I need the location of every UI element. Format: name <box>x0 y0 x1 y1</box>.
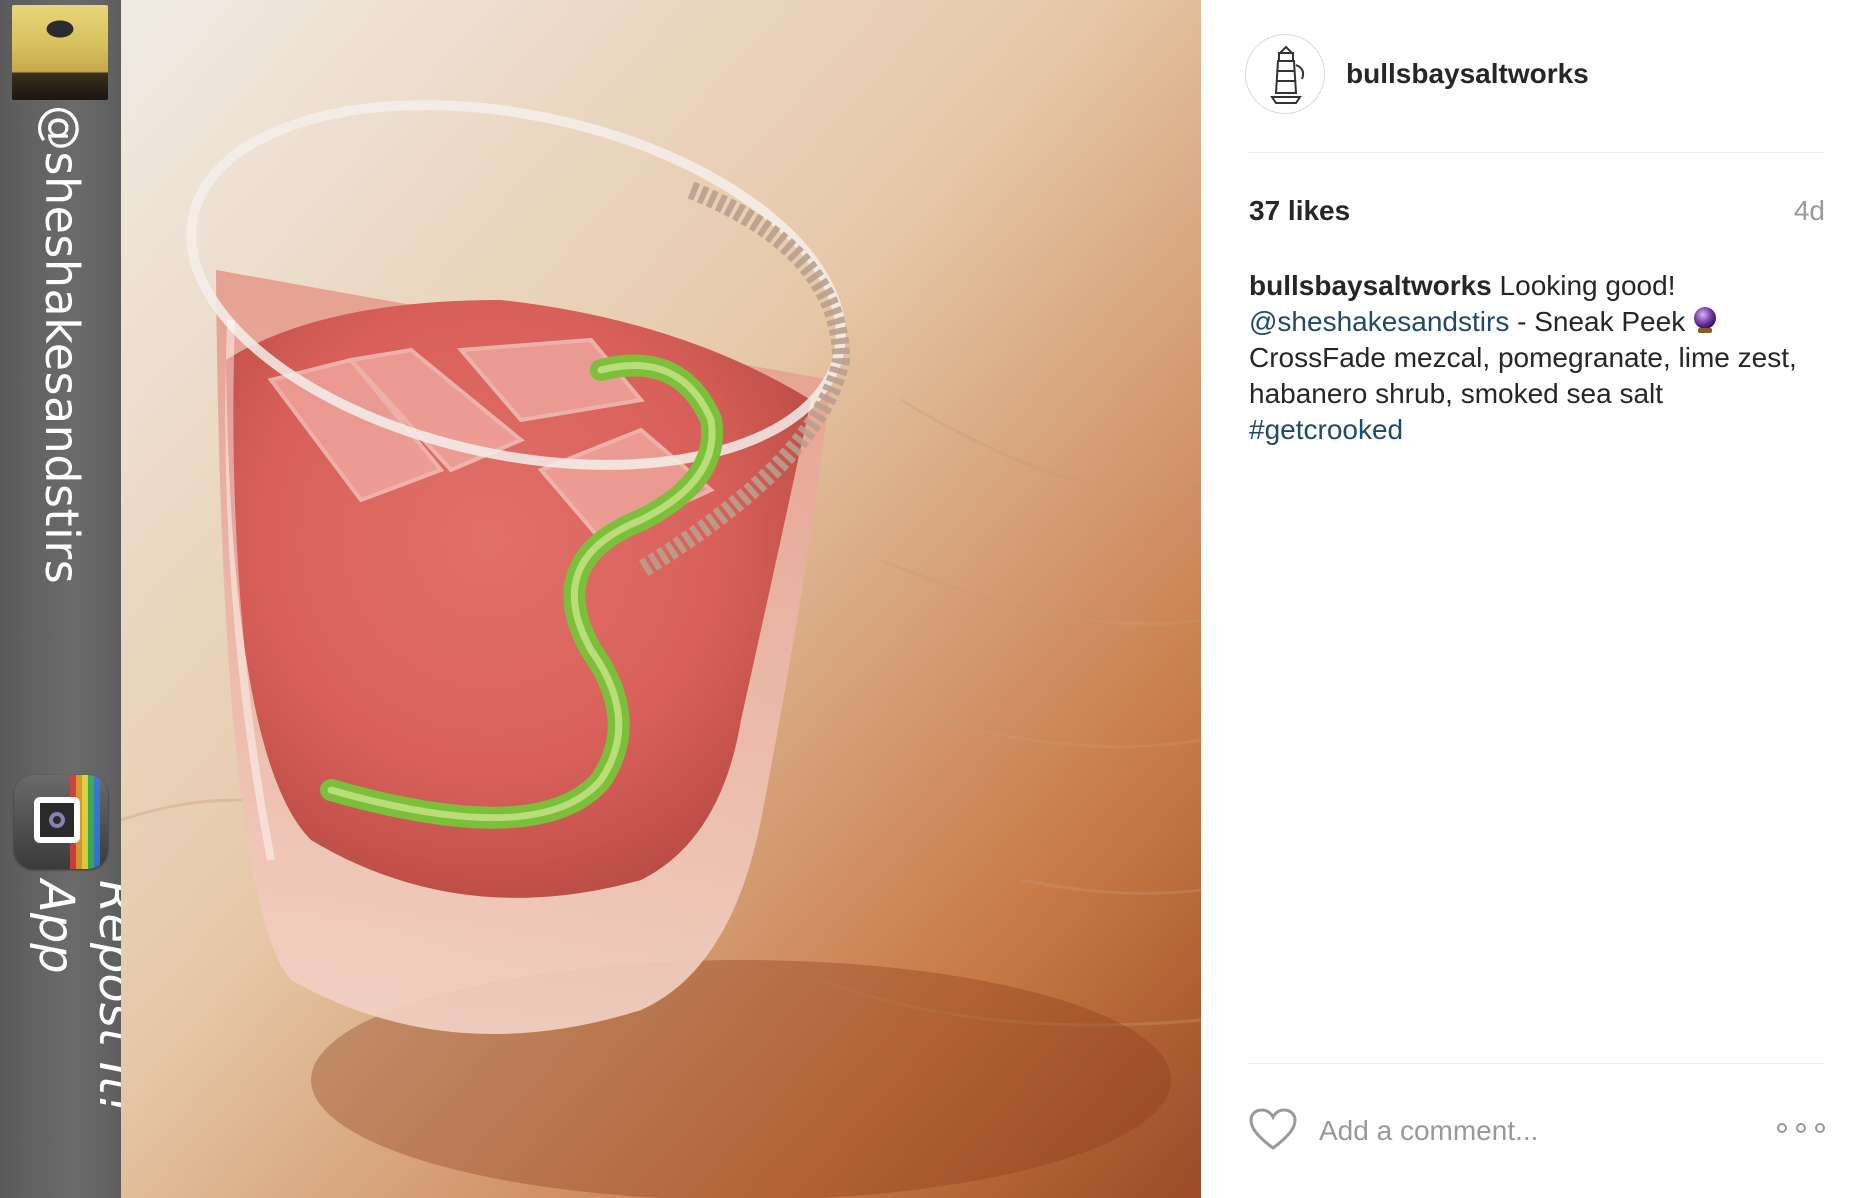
profile-picture[interactable] <box>1245 34 1325 114</box>
divider <box>1249 1063 1825 1064</box>
crystal-ball-icon <box>1691 306 1719 334</box>
add-comment-input[interactable] <box>1319 1110 1749 1152</box>
post-time[interactable]: 4d <box>1794 195 1825 227</box>
post-header: bullsbaysaltworks <box>1245 34 1825 118</box>
repost-user-avatar <box>12 5 108 100</box>
more-dot <box>1796 1123 1806 1133</box>
repost-handle: @sheshakesandstirs <box>35 105 89 585</box>
divider <box>1249 152 1825 153</box>
more-dot <box>1777 1123 1787 1133</box>
repost-app-label: Repost It! App <box>28 880 121 1115</box>
caption-text: habanero shrub, smoked sea salt <box>1249 378 1664 409</box>
more-options-icon[interactable] <box>1777 1120 1825 1136</box>
caption-text: CrossFade mezcal, pomegranate, lime zest… <box>1249 342 1797 373</box>
heart-icon[interactable] <box>1249 1108 1297 1157</box>
caption-text: - Sneak Peek <box>1509 306 1686 337</box>
repost-app-icon <box>14 775 108 869</box>
repost-strip: @sheshakesandstirs Repost It! App <box>0 0 121 1198</box>
post-caption: bullsbaysaltworks Looking good! @sheshak… <box>1249 268 1839 448</box>
post-photo[interactable] <box>121 0 1201 1198</box>
caption-hashtag[interactable]: #getcrooked <box>1249 414 1403 445</box>
likes-count[interactable]: 37 likes <box>1249 195 1350 227</box>
caption-text: Looking good! <box>1491 270 1676 301</box>
caption-username[interactable]: bullsbaysaltworks <box>1249 270 1492 301</box>
cocktail-illustration <box>121 0 1201 1198</box>
caption-mention[interactable]: @sheshakesandstirs <box>1249 306 1509 337</box>
camera-frame-icon <box>34 797 80 843</box>
post-username[interactable]: bullsbaysaltworks <box>1346 58 1589 90</box>
post-details-panel: bullsbaysaltworks 37 likes 4d bullsbaysa… <box>1201 0 1874 1198</box>
lighthouse-logo-icon <box>1270 45 1305 104</box>
more-dot <box>1815 1123 1825 1133</box>
